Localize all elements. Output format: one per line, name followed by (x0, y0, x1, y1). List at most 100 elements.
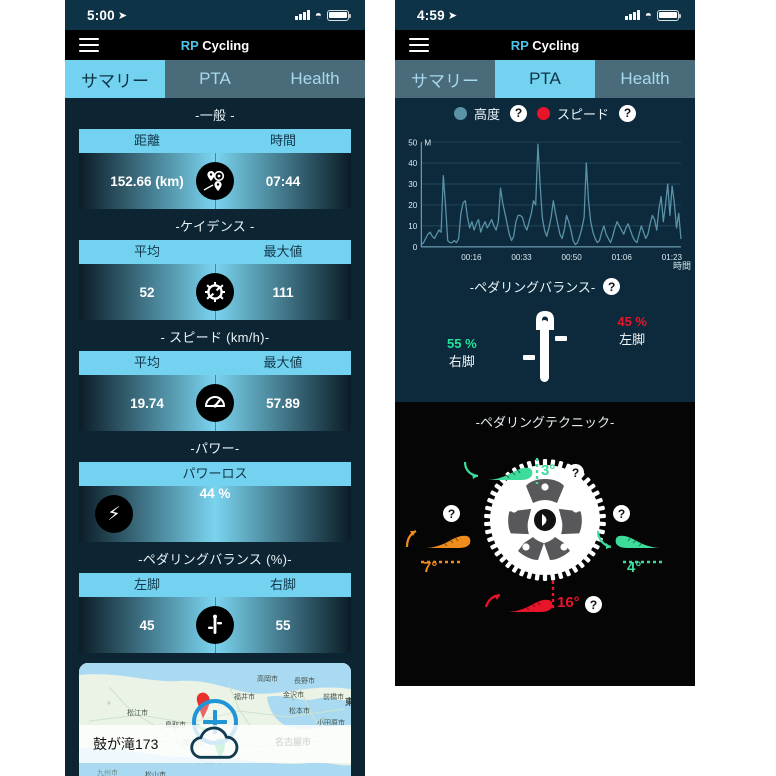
header-speed-max: 最大値 (263, 355, 303, 370)
section-title-general: -一般 - (195, 108, 235, 123)
chart-svg: 01020304050 M00:16 00:33 00:50 01:06 01:23 (399, 130, 687, 273)
value-time: 07:44 (265, 173, 301, 189)
app-title-prefix: RP (510, 37, 529, 53)
svg-text:東: 東 (345, 696, 351, 708)
svg-text:前橋市: 前橋市 (323, 692, 344, 701)
map-section: 高岡市長野市 金沢市前橋市 福井市松本市 松江市小田原市 鳥取市 名古屋市 岡山… (65, 653, 365, 776)
pedaling-balance-section: -ペダリングバランス- ? 55 % 右脚 45 % 左脚 (395, 273, 695, 402)
header-distance: 距離 (133, 133, 160, 148)
location-tracks-icon (196, 162, 234, 200)
legend-item-elevation: 高度 (453, 104, 500, 123)
legend-dot-speed (537, 106, 550, 120)
hamburger-menu-icon[interactable] (409, 37, 429, 53)
help-technique-right-button[interactable]: ? (613, 505, 630, 522)
status-bar-indicators: ◓ (295, 9, 352, 21)
svg-text:高岡市: 高岡市 (257, 674, 278, 683)
app-title-prefix: RP (180, 37, 199, 53)
svg-text:M: M (424, 138, 431, 147)
technique-arrow-top (461, 459, 483, 486)
svg-text:松江市: 松江市 (127, 708, 148, 717)
balance-crank-icon (196, 606, 234, 644)
legend-dot-elevation (453, 106, 467, 120)
svg-text:00:50: 00:50 (562, 253, 583, 262)
help-elevation-button[interactable]: ? (510, 104, 527, 122)
app-title-suffix: Cycling (202, 37, 250, 53)
section-title-power: -パワー- (190, 441, 240, 456)
value-speed-avg: 19.74 (130, 395, 164, 411)
legend-item-speed: スピード (537, 104, 609, 123)
svg-text:20: 20 (408, 201, 418, 210)
status-bar-time-group: 4:59 ➤ (417, 8, 457, 23)
svg-text:00:33: 00:33 (511, 253, 532, 262)
technique-angle-right: 4° (627, 559, 642, 576)
chart-legend: 高度 ? スピード ? (395, 98, 695, 128)
section-title-pedaling-balance: -ペダリングバランス (%)- (138, 552, 292, 567)
legend-label-speed: スピード (557, 106, 610, 122)
help-speed-button[interactable]: ? (619, 104, 637, 122)
section-general: 距離 時間 152.66 (km) 07:44 (65, 129, 365, 209)
map-card[interactable]: 高岡市長野市 金沢市前橋市 福井市松本市 松江市小田原市 鳥取市 名古屋市 岡山… (79, 663, 351, 776)
header-time: 時間 (269, 133, 296, 148)
section-title-speed: - スピード (km/h)- (160, 330, 270, 345)
value-power-loss: 44 % (199, 486, 231, 501)
technique-title: -ペダリングテクニック- (475, 415, 615, 430)
tab-bar: サマリー PTA Health (395, 60, 695, 98)
balance-graphic: 55 % 右脚 45 % 左脚 (395, 302, 695, 402)
svg-text:松本市: 松本市 (289, 706, 310, 715)
status-bar-time: 5:00 (87, 7, 115, 23)
tab-summary[interactable]: サマリー (65, 60, 165, 98)
tab-pta[interactable]: PTA (495, 60, 595, 98)
cadence-value-row: 52 111 (79, 264, 351, 320)
balance-left-leg-label: 45 % 左脚 (617, 314, 647, 348)
chart-x-axis-title: 時間 (672, 261, 691, 271)
tab-health[interactable]: Health (265, 60, 365, 98)
svg-text:10: 10 (408, 222, 418, 231)
help-technique-top-button[interactable]: ? (567, 464, 584, 481)
technique-dashed-bottom (551, 581, 555, 616)
help-balance-button[interactable]: ? (603, 278, 621, 295)
value-right-leg: 55 (275, 617, 291, 633)
location-arrow-icon: ➤ (447, 9, 458, 22)
phone-left-summary-screen: 5:00 ➤ ◓ RP Cycling サマリー PTA Health -一般 … (65, 0, 365, 776)
svg-text:40: 40 (408, 159, 418, 168)
tab-bar: サマリー PTA Health (65, 60, 365, 98)
balance-value-row: 45 55 (79, 597, 351, 653)
status-bar: 5:00 ➤ ◓ (65, 0, 365, 30)
header-speed-avg: 平均 (133, 355, 160, 370)
technique-shoe-bottom (499, 593, 555, 622)
pta-content: 高度 ? スピード ? 0 10 20 30 40 50 M 00:16 00:33 00:50 0… (395, 98, 695, 686)
value-left-leg: 45 (139, 617, 155, 633)
technique-dashed-top (535, 458, 539, 489)
technique-angle-bottom: 16° (557, 594, 580, 611)
technique-arrow-right (595, 527, 617, 556)
tab-pta[interactable]: PTA (165, 60, 265, 98)
tab-summary[interactable]: サマリー (395, 60, 495, 98)
help-technique-left-button[interactable]: ? (443, 505, 460, 522)
balance-title: -ペダリングバランス- (469, 280, 596, 295)
help-technique-bottom-button[interactable]: ? (585, 596, 602, 613)
elevation-speed-chart[interactable]: 0 10 20 30 40 50 M 00:16 00:33 00:50 01:06 01:23 時間 (395, 128, 695, 273)
svg-text:九州市: 九州市 (97, 768, 118, 776)
signal-bars-icon (295, 10, 310, 20)
hamburger-menu-icon[interactable] (79, 37, 99, 53)
status-bar-time-group: 5:00 ➤ (87, 8, 127, 23)
section-power: パワーロス ⚡ 44 % (65, 462, 365, 542)
general-header-row: 距離 時間 (79, 129, 351, 153)
app-bar: RP Cycling (65, 30, 365, 60)
svg-text:松山市: 松山市 (145, 770, 166, 776)
technique-arrow-left (403, 527, 423, 554)
wifi-icon: ◓ (644, 8, 652, 22)
location-arrow-icon: ➤ (117, 9, 128, 22)
svg-text:0: 0 (413, 243, 418, 252)
svg-text:30: 30 (408, 180, 418, 189)
cadence-gear-icon (196, 273, 234, 311)
general-value-row: 152.66 (km) 07:44 (79, 153, 351, 209)
value-speed-max: 57.89 (266, 395, 300, 411)
balance-header-row: 左脚 右脚 (79, 573, 351, 597)
lightning-bolt-icon: ⚡ (95, 495, 133, 533)
svg-text:00:16: 00:16 (461, 253, 482, 262)
summary-content: -一般 - 距離 時間 152.66 (km) 07:44 -ケイデンス - 平… (65, 98, 365, 776)
svg-text:長野市: 長野市 (294, 676, 315, 685)
tab-health[interactable]: Health (595, 60, 695, 98)
value-cadence-avg: 52 (139, 284, 155, 300)
